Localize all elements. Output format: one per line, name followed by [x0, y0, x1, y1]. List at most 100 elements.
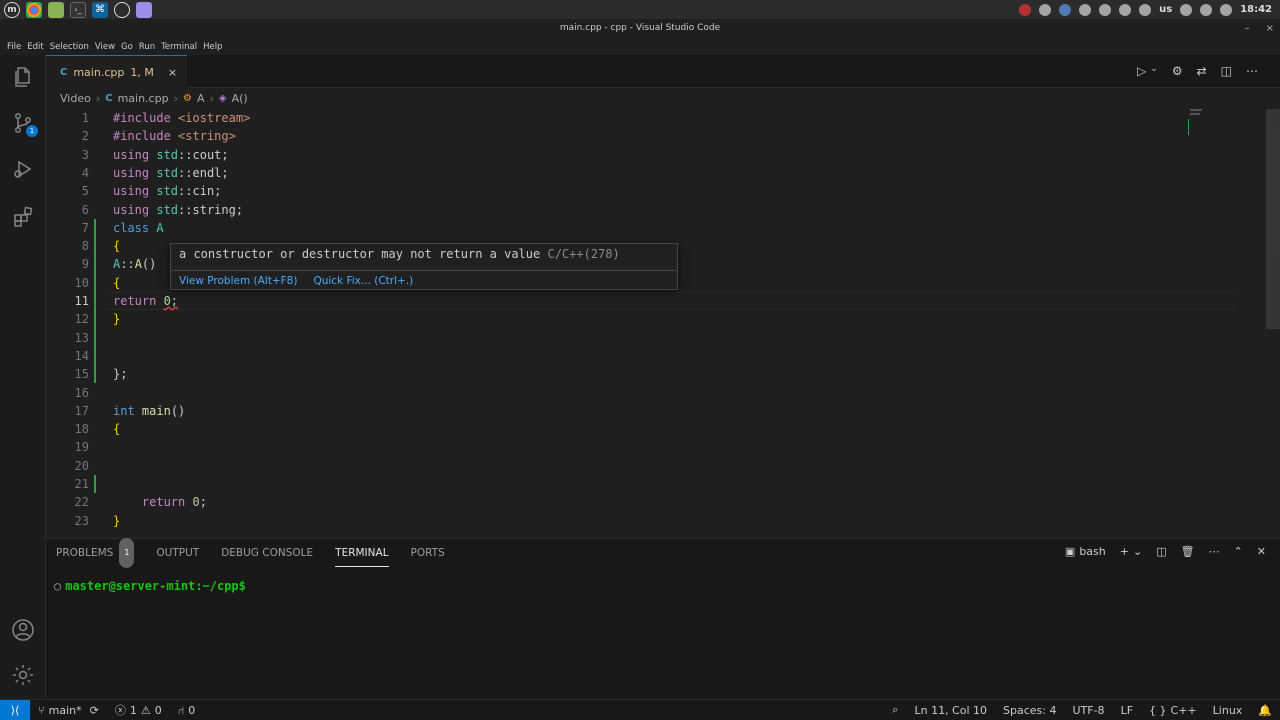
- breadcrumb-folder[interactable]: Video: [60, 92, 91, 105]
- bluetooth-icon[interactable]: [1099, 3, 1112, 16]
- tab-output[interactable]: OUTPUT: [156, 539, 199, 567]
- quick-fix-link[interactable]: Quick Fix... (Ctrl+.): [313, 275, 413, 287]
- breadcrumb-file[interactable]: main.cpp: [118, 92, 169, 105]
- git-change-marker[interactable]: [94, 475, 96, 494]
- tab-debug-console[interactable]: DEBUG CONSOLE: [221, 539, 313, 567]
- new-terminal-icon[interactable]: +: [1120, 545, 1129, 558]
- code-line[interactable]: 7 class A: [46, 218, 1236, 238]
- menu-view[interactable]: View: [92, 42, 118, 52]
- branch-status[interactable]: ⑂ main* ⟳: [30, 704, 107, 717]
- steam-tray-icon[interactable]: [1039, 3, 1052, 16]
- code-line[interactable]: 15};: [46, 365, 1236, 384]
- update-tray-icon[interactable]: [1079, 3, 1092, 16]
- terminal-icon[interactable]: ›_: [70, 1, 86, 18]
- sync-icon[interactable]: ⟳: [90, 704, 99, 717]
- git-change-marker[interactable]: [94, 346, 96, 366]
- compare-changes-icon[interactable]: ⇄: [1197, 64, 1207, 78]
- more-actions-icon[interactable]: ⋯: [1209, 545, 1220, 558]
- remote-indicator-icon[interactable]: ⟩⟨: [0, 700, 30, 720]
- notes-icon[interactable]: [136, 1, 152, 18]
- code-line[interactable]: 5 using std::cin;: [46, 182, 1236, 200]
- code-line[interactable]: 17 int main(): [46, 402, 1236, 420]
- breadcrumb-method[interactable]: A(): [232, 92, 248, 105]
- files-icon[interactable]: [48, 1, 64, 18]
- tab-main-cpp[interactable]: C main.cpp 1, M ×: [46, 55, 188, 88]
- tab-terminal[interactable]: TERMINAL: [335, 539, 389, 567]
- clock[interactable]: 18:42: [1240, 4, 1272, 15]
- kill-terminal-icon[interactable]: 🗑: [1181, 545, 1195, 558]
- platform[interactable]: Linux: [1205, 704, 1251, 717]
- minimize-button[interactable]: –: [1245, 19, 1250, 38]
- close-window-button[interactable]: ×: [1266, 19, 1274, 38]
- clipboard-icon[interactable]: [1139, 3, 1152, 16]
- editor-scrollbar[interactable]: [1266, 109, 1280, 329]
- code-editor[interactable]: 1 #include <iostream> 2 #include <string> 3 u…: [46, 109, 1236, 534]
- code-line[interactable]: 14: [46, 346, 1236, 366]
- code-line[interactable]: 3 using std::cout;: [46, 146, 1236, 164]
- more-actions-icon[interactable]: ⋯: [1246, 64, 1258, 78]
- code-line[interactable]: 21: [46, 475, 1236, 494]
- code-line[interactable]: 4 using std::endl;: [46, 164, 1236, 182]
- git-change-marker[interactable]: [94, 292, 96, 311]
- code-line[interactable]: 23}: [46, 512, 1236, 530]
- keyboard-layout[interactable]: us: [1159, 4, 1172, 15]
- network-card-icon[interactable]: [1119, 3, 1132, 16]
- menu-help[interactable]: Help: [200, 42, 225, 52]
- source-control-button[interactable]: 1: [0, 103, 46, 143]
- vscode-icon[interactable]: ⌘: [92, 1, 108, 18]
- explorer-button[interactable]: [0, 57, 46, 97]
- mint-menu-icon[interactable]: m: [4, 1, 20, 18]
- git-change-marker[interactable]: [94, 310, 96, 329]
- code-line[interactable]: 22 return 0;: [46, 493, 1236, 511]
- menu-terminal[interactable]: Terminal: [158, 42, 200, 52]
- chrome-icon[interactable]: [26, 1, 42, 18]
- accounts-button[interactable]: [0, 610, 46, 650]
- zoom-icon[interactable]: ⌕: [884, 703, 906, 717]
- menu-run[interactable]: Run: [136, 42, 158, 52]
- git-change-marker[interactable]: [94, 237, 96, 256]
- run-file-icon[interactable]: ▷: [1137, 64, 1146, 78]
- problems-status[interactable]: ⓧ 1 ⚠ 0: [107, 702, 170, 718]
- indentation[interactable]: Spaces: 4: [995, 704, 1064, 717]
- close-panel-icon[interactable]: ✕: [1257, 545, 1266, 558]
- network-icon[interactable]: [1180, 3, 1193, 16]
- run-debug-button[interactable]: [0, 149, 46, 189]
- code-line[interactable]: 1 #include <iostream>: [46, 109, 1236, 127]
- split-editor-icon[interactable]: ◫: [1221, 64, 1232, 78]
- git-change-marker[interactable]: [94, 273, 96, 292]
- menu-edit[interactable]: Edit: [24, 42, 46, 52]
- code-line[interactable]: 16: [46, 384, 1236, 402]
- menu-file[interactable]: File: [4, 42, 24, 52]
- obs-tray-icon[interactable]: [1019, 3, 1032, 16]
- code-line[interactable]: 12}: [46, 310, 1236, 329]
- code-line[interactable]: 20: [46, 457, 1236, 475]
- maximize-panel-icon[interactable]: ⌃: [1234, 545, 1243, 558]
- terminal[interactable]: ○ master@server-mint:~/cpp$: [54, 579, 246, 593]
- terminal-shell-name[interactable]: bash: [1079, 545, 1105, 558]
- code-line[interactable]: 11 return 0;: [46, 292, 1236, 311]
- menu-go[interactable]: Go: [118, 42, 136, 52]
- settings-gear-icon[interactable]: ⚙: [1172, 64, 1183, 78]
- code-line[interactable]: 19: [46, 438, 1236, 456]
- minimap[interactable]: [1186, 109, 1266, 149]
- encoding[interactable]: UTF-8: [1064, 704, 1112, 717]
- language-mode[interactable]: { } C++: [1141, 704, 1205, 717]
- tab-ports[interactable]: PORTS: [411, 539, 445, 567]
- breadcrumb-class[interactable]: A: [197, 92, 205, 105]
- manage-button[interactable]: [0, 655, 46, 695]
- code-line[interactable]: 13: [46, 328, 1236, 347]
- git-change-marker[interactable]: [94, 328, 96, 347]
- view-problem-link[interactable]: View Problem (Alt+F8): [179, 275, 297, 287]
- tab-problems[interactable]: PROBLEMS 1: [56, 538, 135, 568]
- split-terminal-icon[interactable]: ◫: [1156, 545, 1166, 558]
- obs-icon[interactable]: [114, 1, 130, 18]
- code-line[interactable]: 18 {: [46, 420, 1236, 438]
- cursor-position[interactable]: Ln 11, Col 10: [906, 704, 995, 717]
- menu-selection[interactable]: Selection: [47, 42, 92, 52]
- git-change-marker[interactable]: [94, 218, 96, 238]
- run-dropdown-icon[interactable]: ⌄: [1150, 64, 1158, 78]
- end-of-line[interactable]: LF: [1113, 704, 1141, 717]
- ports-status[interactable]: ⑁ 0: [170, 704, 204, 717]
- extensions-button[interactable]: [0, 197, 46, 237]
- git-change-marker[interactable]: [94, 255, 96, 274]
